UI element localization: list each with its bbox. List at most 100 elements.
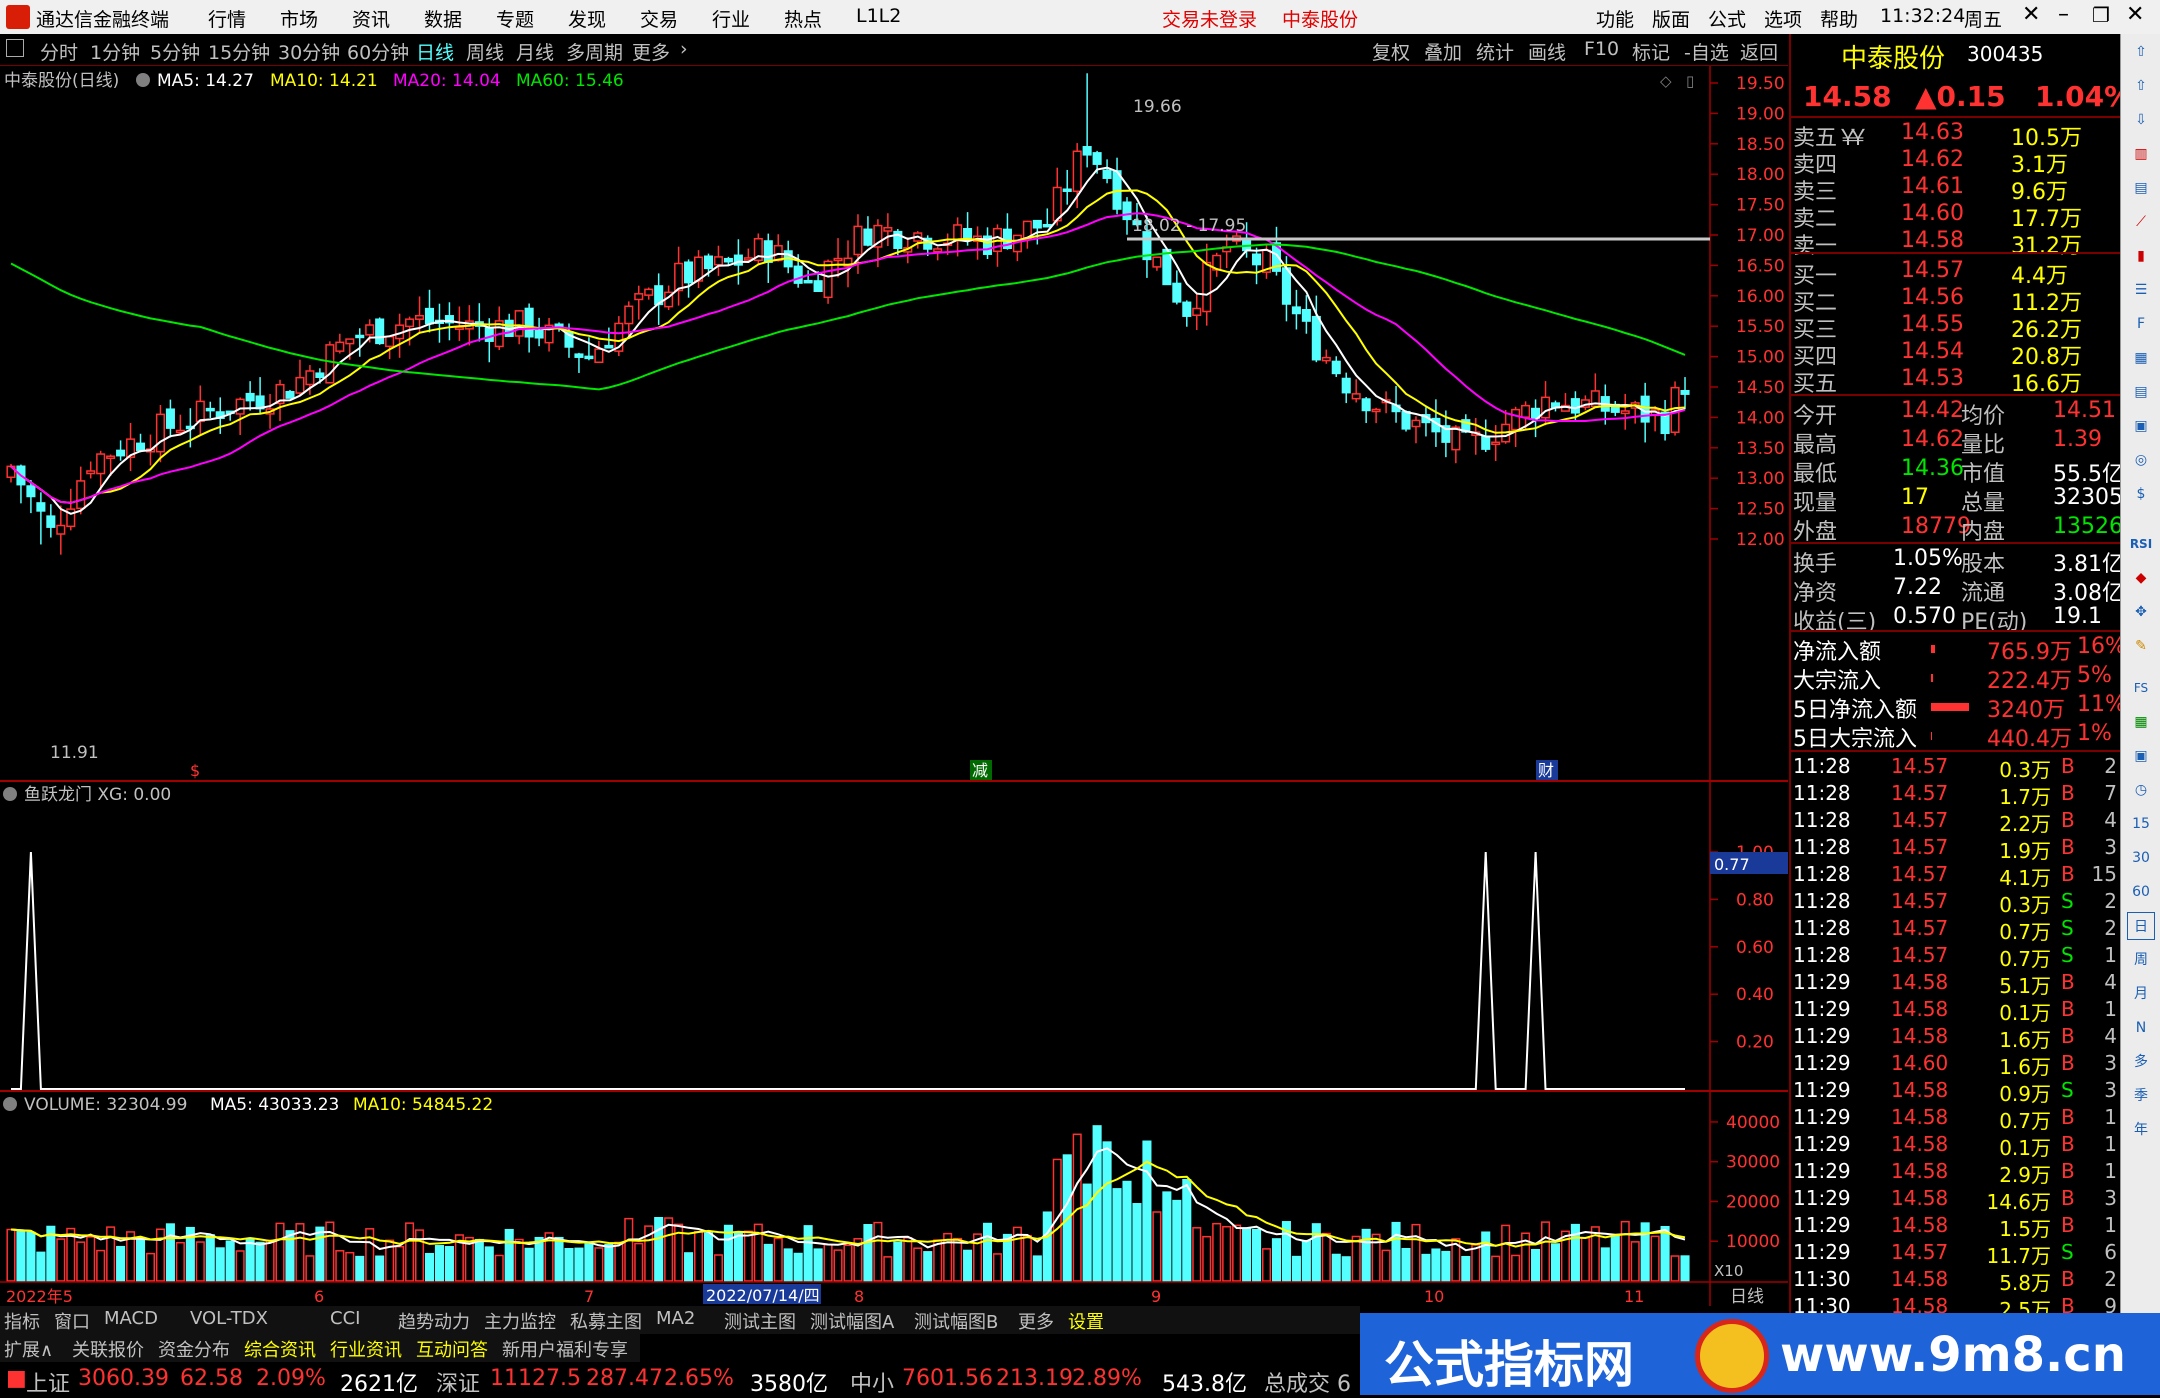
volume-bar[interactable] xyxy=(175,1241,185,1282)
volume-bar[interactable] xyxy=(1252,1228,1262,1282)
volume-bar[interactable] xyxy=(26,1231,36,1282)
volume-bar[interactable] xyxy=(524,1247,534,1282)
volume-bar[interactable] xyxy=(1481,1231,1491,1282)
candle-body[interactable] xyxy=(1192,307,1202,316)
candle-body[interactable] xyxy=(863,228,873,246)
candle-body[interactable] xyxy=(116,449,126,457)
candle-body[interactable] xyxy=(674,262,684,292)
candle-body[interactable] xyxy=(484,327,494,342)
volume-bar[interactable] xyxy=(1271,1238,1282,1282)
candle-body[interactable] xyxy=(1511,408,1521,431)
volume-bar[interactable] xyxy=(634,1242,644,1282)
volume-bar[interactable] xyxy=(1580,1237,1590,1282)
sidebar-item-duo[interactable]: 多 xyxy=(2127,1048,2155,1076)
volume-bar[interactable] xyxy=(424,1252,435,1282)
volume-bar[interactable] xyxy=(863,1224,873,1282)
candle-body[interactable] xyxy=(624,305,634,325)
candle-body[interactable] xyxy=(195,400,205,423)
volume-bar[interactable] xyxy=(684,1252,694,1282)
volume-bar[interactable] xyxy=(1411,1223,1421,1282)
volume-bar[interactable] xyxy=(1391,1221,1401,1282)
volume-bar[interactable] xyxy=(56,1238,66,1282)
volume-bar[interactable] xyxy=(1042,1211,1052,1282)
period-1min[interactable]: 1分钟 xyxy=(90,38,140,65)
trend-icon[interactable]: ⟋ xyxy=(2127,208,2155,236)
menu-faxian[interactable]: 发现 xyxy=(568,5,606,32)
volume-bar[interactable] xyxy=(275,1222,285,1282)
candle-body[interactable] xyxy=(56,524,66,535)
sidebar-item-n[interactable]: N xyxy=(2127,1014,2155,1042)
candle-body[interactable] xyxy=(1252,253,1262,266)
indicator-tab[interactable]: 指标 xyxy=(4,1308,40,1334)
volume-bar[interactable] xyxy=(414,1229,425,1282)
menu-hangye[interactable]: 行业 xyxy=(712,5,750,32)
volume-bar[interactable] xyxy=(1052,1158,1062,1282)
volume-bar[interactable] xyxy=(1202,1235,1212,1282)
volume-bar[interactable] xyxy=(783,1248,793,1282)
candle-body[interactable] xyxy=(155,413,165,453)
volume-bar[interactable] xyxy=(1112,1188,1122,1282)
volume-bar[interactable] xyxy=(763,1243,773,1282)
volume-bar[interactable] xyxy=(484,1246,494,1282)
volume-bar[interactable] xyxy=(225,1240,235,1282)
volume-bar[interactable] xyxy=(1630,1241,1640,1282)
candle-body[interactable] xyxy=(414,314,425,320)
menu-redian[interactable]: 热点 xyxy=(784,5,822,32)
volume-bar[interactable] xyxy=(1132,1203,1142,1282)
candle-body[interactable] xyxy=(1052,186,1062,222)
volume-bar[interactable] xyxy=(664,1217,674,1282)
volume-bar[interactable] xyxy=(1600,1247,1610,1282)
info-tab[interactable]: 行业资讯 xyxy=(330,1336,402,1362)
candle-body[interactable] xyxy=(1341,377,1351,394)
period-daily[interactable]: 日线 xyxy=(416,38,454,65)
volume-chart[interactable]: 40000 30000 20000 10000 xyxy=(6,1113,1780,1282)
candle-body[interactable] xyxy=(1301,308,1311,322)
menu-l1l2[interactable]: L1L2 xyxy=(856,5,901,27)
candle-body[interactable] xyxy=(604,344,614,349)
volume-bar[interactable] xyxy=(743,1230,753,1282)
volume-bar[interactable] xyxy=(1212,1222,1222,1282)
volume-bar[interactable] xyxy=(584,1243,594,1282)
indicator-tab[interactable]: 窗口 xyxy=(54,1308,90,1334)
candle-body[interactable] xyxy=(86,470,96,475)
price-chart[interactable]: 19.50 19.00 18.50 18.00 17.50 17.00 16.50 16.00… xyxy=(6,73,1785,555)
period-fenshi[interactable]: 分时 xyxy=(40,38,78,65)
volume-bar[interactable] xyxy=(1680,1255,1690,1282)
menu-bangzhu[interactable]: 帮助 xyxy=(1820,5,1858,32)
candle-body[interactable] xyxy=(295,376,305,394)
candle-body[interactable] xyxy=(235,398,245,415)
volume-bar[interactable] xyxy=(723,1224,733,1282)
volume-bar[interactable] xyxy=(982,1222,993,1282)
candle-body[interactable] xyxy=(315,372,325,379)
volume-bar[interactable] xyxy=(1261,1248,1272,1282)
volume-bar[interactable] xyxy=(145,1252,156,1282)
volume-bar[interactable] xyxy=(1550,1243,1561,1282)
candle-body[interactable] xyxy=(1491,441,1501,446)
candle-body[interactable] xyxy=(534,329,544,339)
grid-icon[interactable]: ▯ xyxy=(1686,72,1694,90)
indicator-tab[interactable]: 测试幅图A xyxy=(810,1308,894,1334)
volume-bar[interactable] xyxy=(444,1246,454,1282)
volume-bar[interactable] xyxy=(1222,1225,1232,1282)
volume-bar[interactable] xyxy=(215,1247,225,1282)
candle-body[interactable] xyxy=(355,334,365,339)
volume-bar[interactable] xyxy=(155,1228,165,1282)
indicator-tab[interactable]: CCI xyxy=(330,1308,360,1329)
candle-body[interactable] xyxy=(524,307,534,338)
period-weekly[interactable]: 周线 xyxy=(466,38,504,65)
volume-bar[interactable] xyxy=(375,1255,385,1282)
volume-bar[interactable] xyxy=(1531,1248,1541,1282)
f10-icon[interactable]: F xyxy=(2127,310,2155,338)
candle-body[interactable] xyxy=(335,341,345,352)
sidebar-item-30[interactable]: 30 xyxy=(2127,844,2155,872)
candle-body[interactable] xyxy=(365,324,375,336)
candle-body[interactable] xyxy=(594,348,604,364)
candle-body[interactable] xyxy=(1521,404,1531,418)
volume-bar[interactable] xyxy=(96,1249,106,1282)
volume-bar[interactable] xyxy=(1660,1225,1670,1282)
volume-bar[interactable] xyxy=(1381,1249,1391,1282)
candle-body[interactable] xyxy=(1321,356,1331,362)
chart-menu-icon[interactable] xyxy=(136,73,150,87)
candle-body[interactable] xyxy=(165,408,175,429)
volume-bar[interactable] xyxy=(1610,1235,1620,1282)
